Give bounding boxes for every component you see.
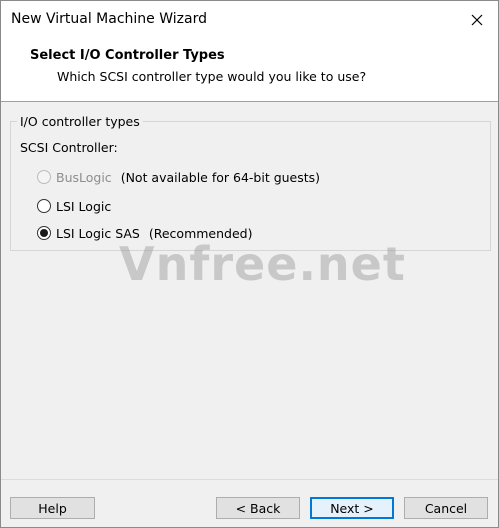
wizard-window: New Virtual Machine Wizard Select I/O Co… <box>0 0 499 528</box>
close-icon <box>471 14 483 26</box>
page-title: Select I/O Controller Types <box>30 48 225 63</box>
radio-label: LSI Logic <box>56 198 112 214</box>
page-subtitle: Which SCSI controller type would you lik… <box>57 69 367 84</box>
radio-button[interactable] <box>37 226 51 240</box>
radio-selected-dot <box>40 229 48 237</box>
wizard-header: Select I/O Controller Types Which SCSI c… <box>1 39 498 102</box>
next-button[interactable]: Next > <box>310 497 394 519</box>
group-legend: I/O controller types <box>17 114 143 129</box>
io-controller-group: I/O controller types SCSI Controller: Bu… <box>10 114 491 251</box>
radio-button <box>37 170 51 184</box>
radio-button[interactable] <box>37 199 51 213</box>
window-title: New Virtual Machine Wizard <box>11 11 207 27</box>
title-bar: New Virtual Machine Wizard <box>1 1 498 39</box>
scsi-controller-label: SCSI Controller: <box>20 140 118 155</box>
cancel-button[interactable]: Cancel <box>404 497 488 519</box>
radio-option-buslogic: BusLogic (Not available for 64-bit guest… <box>37 167 320 187</box>
back-button[interactable]: < Back <box>216 497 300 519</box>
footer-divider <box>1 479 498 480</box>
radio-option-lsi-logic[interactable]: LSI Logic <box>37 196 111 216</box>
help-button[interactable]: Help <box>10 497 95 519</box>
radio-label: BusLogic <box>56 169 112 185</box>
radio-note: (Not available for 64-bit guests) <box>120 169 321 185</box>
watermark: Vnfree.net <box>119 237 406 291</box>
close-button[interactable] <box>464 7 490 33</box>
